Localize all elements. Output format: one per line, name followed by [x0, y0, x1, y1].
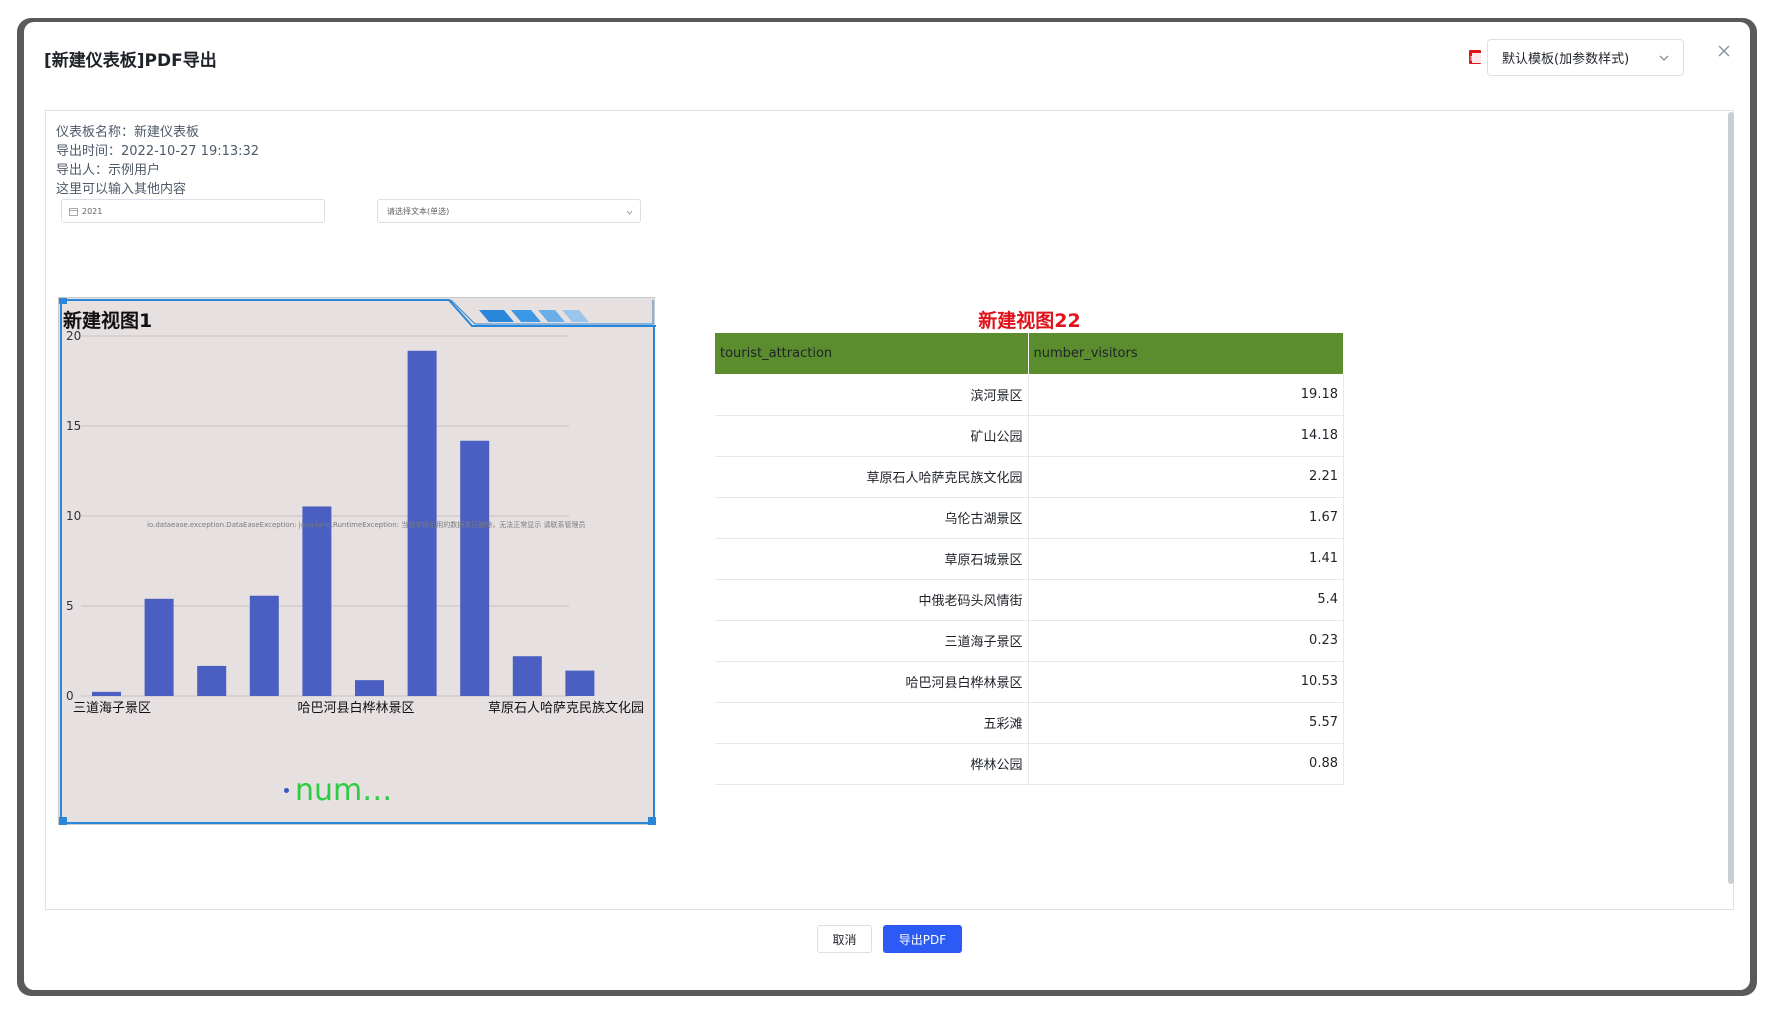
visitors-cell: 14.18 — [1028, 415, 1344, 457]
bar — [565, 670, 595, 696]
bar — [355, 680, 384, 696]
chart-legend: num… — [284, 773, 392, 808]
export-time-line: 导出时间：2022-10-27 19:13:32 — [56, 144, 260, 159]
table-row[interactable]: 五彩滩 5.57 — [715, 702, 1344, 744]
table-row[interactable]: 草原石城景区 1.41 — [715, 538, 1344, 580]
visitors-cell: 0.23 — [1028, 620, 1344, 662]
bar — [302, 506, 332, 696]
visitors-cell: 5.57 — [1028, 702, 1344, 744]
attraction-cell: 五彩滩 — [715, 702, 1029, 744]
bar — [249, 595, 279, 696]
table-row[interactable]: 草原石人哈萨克民族文化园 2.21 — [715, 456, 1344, 498]
y-tick-label: 10 — [66, 509, 81, 523]
legend-label: num… — [295, 773, 393, 808]
x-tick-label: 草原石人哈萨克民族文化园 — [488, 700, 644, 716]
attraction-cell: 草原石城景区 — [715, 538, 1029, 580]
table-row[interactable]: 滨河景区 19.18 — [715, 374, 1344, 416]
chevron-down-icon — [626, 210, 633, 215]
attraction-cell: 中俄老码头风情街 — [715, 579, 1029, 621]
data-table[interactable]: tourist_attraction number_visitors 滨河景区 1… — [715, 333, 1344, 785]
visitors-cell: 5.4 — [1028, 579, 1344, 621]
cancel-button[interactable]: 取消 — [817, 925, 872, 953]
error-message: io.dataease.exception.DataEaseException:… — [147, 520, 585, 529]
visitors-cell: 1.41 — [1028, 538, 1344, 580]
table-row[interactable]: 矿山公园 14.18 — [715, 415, 1344, 457]
column-header[interactable]: tourist_attraction — [715, 333, 1029, 374]
x-tick-label: 哈巴河县白桦林景区 — [297, 700, 414, 716]
visitors-cell: 10.53 — [1028, 661, 1344, 703]
bar-chart-card[interactable]: 新建视图1 0 5 10 15 20 io.dataease.exception.Data… — [58, 297, 656, 825]
dashboard-name-line: 仪表板名称：新建仪表板 — [56, 125, 200, 140]
calendar-icon — [69, 207, 78, 216]
template-select[interactable]: 默认模板(加参数样式) — [1487, 39, 1684, 76]
template-select-value: 默认模板(加参数样式) — [1502, 52, 1630, 67]
pdf-preview-area[interactable]: 仪表板名称：新建仪表板 导出时间：2022-10-27 19:13:32 导出人… — [45, 110, 1734, 910]
pdf-export-dialog: [新建仪表板]PDF导出 P 默认模板(加参数样式) 仪表板名称：新建仪表板 导… — [24, 22, 1750, 990]
visitors-cell: 19.18 — [1028, 374, 1344, 416]
note-line: 这里可以输入其他内容 — [56, 182, 187, 197]
table-row[interactable]: 中俄老码头风情街 5.4 — [715, 579, 1344, 621]
y-tick-label: 20 — [66, 329, 81, 343]
attraction-cell: 草原石人哈萨克民族文化园 — [715, 456, 1029, 498]
bar — [92, 691, 121, 696]
bar — [460, 440, 490, 696]
y-tick-label: 15 — [66, 419, 81, 433]
visitors-cell: 2.21 — [1028, 456, 1344, 498]
table-header-row: tourist_attraction number_visitors — [715, 333, 1344, 374]
visitors-cell: 0.88 — [1028, 743, 1344, 785]
attraction-cell: 哈巴河县白桦林景区 — [715, 661, 1029, 703]
text-filter-placeholder: 请选择文本(单选) — [387, 206, 450, 216]
exporter-line: 导出人：示例用户 — [56, 163, 161, 178]
export-pdf-button[interactable]: 导出PDF — [883, 925, 962, 953]
bar — [197, 665, 227, 696]
bar — [144, 598, 174, 696]
visitors-cell: 1.67 — [1028, 497, 1344, 539]
pdf-file-icon: P — [1469, 50, 1481, 64]
y-tick-label: 5 — [66, 599, 74, 613]
attraction-cell: 矿山公园 — [715, 415, 1029, 457]
text-filter-select[interactable]: 请选择文本(单选) — [377, 199, 641, 223]
column-header[interactable]: number_visitors — [1028, 333, 1344, 374]
table-title: 新建视图22 — [978, 310, 1081, 332]
table-row[interactable]: 乌伦古湖景区 1.67 — [715, 497, 1344, 539]
year-filter[interactable]: 2021 — [61, 199, 325, 223]
attraction-cell: 三道海子景区 — [715, 620, 1029, 662]
table-row[interactable]: 哈巴河县白桦林景区 10.53 — [715, 661, 1344, 703]
legend-marker — [284, 788, 289, 793]
svg-text:P: P — [1470, 55, 1474, 63]
table-row[interactable]: 三道海子景区 0.23 — [715, 620, 1344, 662]
dialog-title: [新建仪表板]PDF导出 — [44, 51, 217, 71]
table-row[interactable]: 桦林公园 0.88 — [715, 743, 1344, 785]
attraction-cell: 乌伦古湖景区 — [715, 497, 1029, 539]
chevron-down-icon — [1659, 55, 1669, 61]
attraction-cell: 滨河景区 — [715, 374, 1029, 416]
attraction-cell: 桦林公园 — [715, 743, 1029, 785]
bar-chart-plot: 05101520io.dataease.exception.DataEaseEx… — [66, 329, 644, 716]
preview-scrollbar[interactable] — [1728, 112, 1734, 884]
x-tick-label: 三道海子景区 — [73, 701, 151, 716]
year-filter-value: 2021 — [82, 206, 103, 216]
close-icon[interactable] — [1715, 42, 1733, 60]
bar — [512, 656, 542, 696]
